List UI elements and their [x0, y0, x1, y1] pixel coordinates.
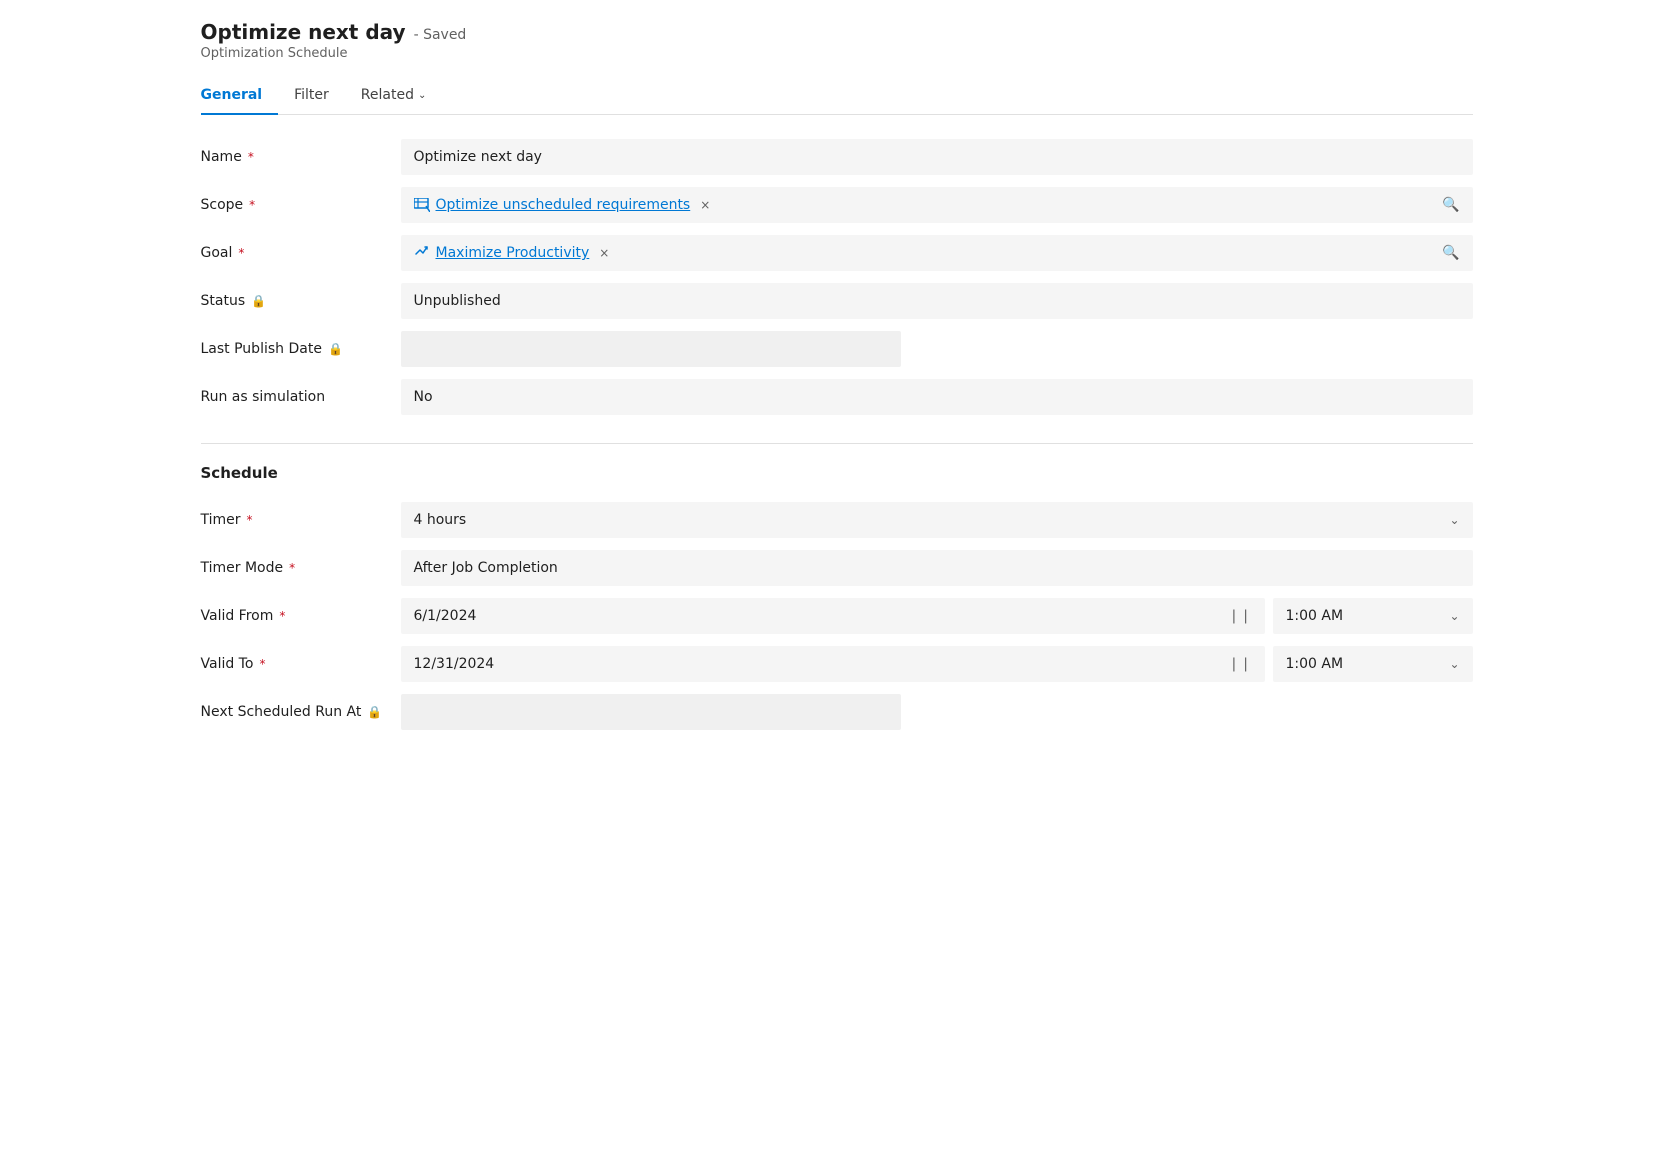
timer-mode-required: * — [289, 561, 295, 575]
goal-row: Goal * Maximize Productivity × 🔍 — [201, 231, 1473, 275]
goal-label: Goal * — [201, 245, 401, 261]
scope-record-icon — [414, 198, 430, 212]
timer-dropdown-arrow-icon: ⌄ — [1449, 513, 1459, 527]
timer-mode-label: Timer Mode * — [201, 560, 401, 576]
goal-required: * — [238, 246, 244, 260]
page-header: Optimize next day - Saved Optimization S… — [201, 20, 1473, 61]
valid-to-row: Valid To * 12/31/2024 ❘❘ 1:00 AM ⌄ — [201, 642, 1473, 686]
valid-to-time-field[interactable]: 1:00 AM ⌄ — [1273, 646, 1473, 682]
tab-general[interactable]: General — [201, 77, 279, 115]
name-required: * — [248, 150, 254, 164]
scope-field-content: Optimize unscheduled requirements × — [414, 197, 1443, 213]
next-scheduled-lock-icon: 🔒 — [367, 705, 382, 719]
goal-record-icon — [414, 244, 430, 262]
goal-link[interactable]: Maximize Productivity — [436, 245, 590, 261]
related-chevron-icon: ⌄ — [418, 90, 426, 101]
tab-bar: General Filter Related ⌄ — [201, 77, 1473, 115]
run-simulation-row: Run as simulation No — [201, 375, 1473, 419]
timer-field[interactable]: 4 hours ⌄ — [401, 502, 1473, 538]
run-simulation-field[interactable]: No — [401, 379, 1473, 415]
name-row: Name * Optimize next day — [201, 135, 1473, 179]
valid-to-required: * — [259, 657, 265, 671]
valid-from-required: * — [279, 609, 285, 623]
last-publish-date-label: Last Publish Date 🔒 — [201, 341, 401, 357]
valid-from-datetime: 6/1/2024 ❘❘ 1:00 AM ⌄ — [401, 598, 1473, 634]
run-simulation-label: Run as simulation — [201, 389, 401, 405]
status-lock-icon: 🔒 — [251, 294, 266, 308]
timer-row: Timer * 4 hours ⌄ — [201, 498, 1473, 542]
schedule-section-title: Schedule — [201, 464, 1473, 482]
scope-field[interactable]: Optimize unscheduled requirements × 🔍 — [401, 187, 1473, 223]
goal-field-content: Maximize Productivity × — [414, 244, 1443, 262]
tab-related[interactable]: Related ⌄ — [345, 77, 443, 115]
scope-row: Scope * Optimize unscheduled requirement… — [201, 183, 1473, 227]
valid-to-label: Valid To * — [201, 656, 401, 672]
last-publish-date-row: Last Publish Date 🔒 — [201, 327, 1473, 371]
scope-required: * — [249, 198, 255, 212]
valid-to-date-field[interactable]: 12/31/2024 ❘❘ — [401, 646, 1265, 682]
valid-from-label: Valid From * — [201, 608, 401, 624]
valid-from-calendar-icon[interactable]: ❘❘ — [1228, 608, 1251, 624]
valid-to-calendar-icon[interactable]: ❘❘ — [1228, 656, 1251, 672]
status-field: Unpublished — [401, 283, 1473, 319]
goal-field[interactable]: Maximize Productivity × 🔍 — [401, 235, 1473, 271]
timer-required: * — [247, 513, 253, 527]
name-field[interactable]: Optimize next day — [401, 139, 1473, 175]
general-section: Name * Optimize next day Scope * — [201, 115, 1473, 444]
status-row: Status 🔒 Unpublished — [201, 279, 1473, 323]
scope-search-icon[interactable]: 🔍 — [1442, 197, 1459, 213]
name-label: Name * — [201, 149, 401, 165]
valid-to-time-dropdown-icon: ⌄ — [1449, 657, 1459, 671]
tab-filter[interactable]: Filter — [278, 77, 345, 115]
last-publish-lock-icon: 🔒 — [328, 342, 343, 356]
page-subtitle: Optimization Schedule — [201, 46, 1473, 61]
goal-search-icon[interactable]: 🔍 — [1442, 245, 1459, 261]
valid-to-datetime: 12/31/2024 ❘❘ 1:00 AM ⌄ — [401, 646, 1473, 682]
last-publish-date-field — [401, 331, 901, 367]
timer-label: Timer * — [201, 512, 401, 528]
scope-remove-icon[interactable]: × — [700, 198, 710, 212]
next-scheduled-run-field — [401, 694, 901, 730]
goal-remove-icon[interactable]: × — [599, 246, 609, 260]
scope-link[interactable]: Optimize unscheduled requirements — [436, 197, 691, 213]
valid-from-time-dropdown-icon: ⌄ — [1449, 609, 1459, 623]
valid-from-date-field[interactable]: 6/1/2024 ❘❘ — [401, 598, 1265, 634]
timer-mode-field[interactable]: After Job Completion — [401, 550, 1473, 586]
page-title: Optimize next day — [201, 20, 406, 44]
scope-label: Scope * — [201, 197, 401, 213]
timer-mode-row: Timer Mode * After Job Completion — [201, 546, 1473, 590]
next-scheduled-run-label: Next Scheduled Run At 🔒 — [201, 704, 401, 720]
schedule-section: Schedule Timer * 4 hours ⌄ Timer Mode * … — [201, 444, 1473, 758]
saved-badge: - Saved — [414, 27, 467, 43]
valid-from-time-field[interactable]: 1:00 AM ⌄ — [1273, 598, 1473, 634]
valid-from-row: Valid From * 6/1/2024 ❘❘ 1:00 AM ⌄ — [201, 594, 1473, 638]
next-scheduled-run-row: Next Scheduled Run At 🔒 — [201, 690, 1473, 734]
status-label: Status 🔒 — [201, 293, 401, 309]
